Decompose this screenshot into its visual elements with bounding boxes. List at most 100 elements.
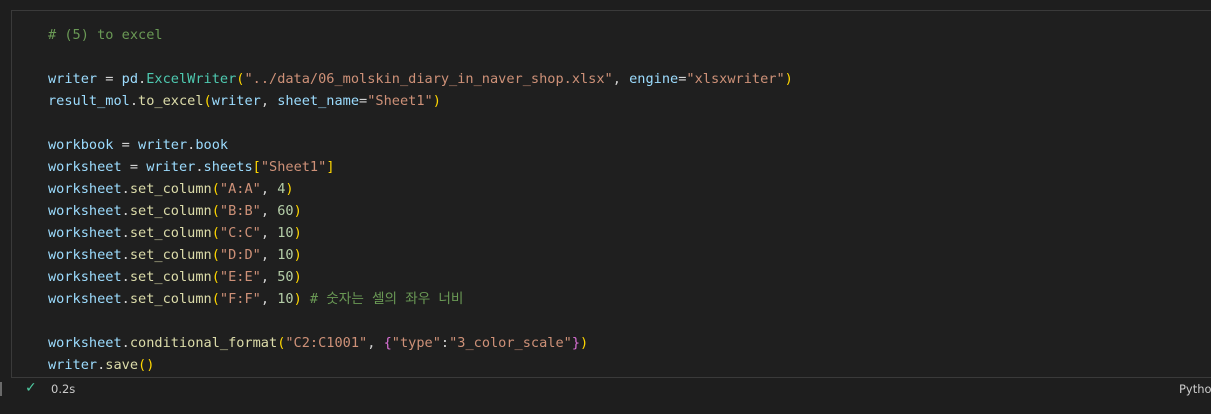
- code-line[interactable]: [48, 46, 793, 68]
- code-token: 10: [277, 225, 294, 241]
- code-token: result_mol: [48, 93, 130, 109]
- code-token: "C2:C1001": [285, 335, 368, 351]
- code-token: 10: [277, 291, 294, 307]
- code-line[interactable]: workbook = writer.book: [48, 134, 793, 156]
- code-line[interactable]: worksheet.set_column("E:E", 50): [48, 266, 793, 288]
- code-token: .: [129, 93, 139, 109]
- code-token: "Sheet1": [367, 93, 433, 109]
- code-token: "type": [391, 335, 441, 351]
- code-line[interactable]: worksheet.set_column("B:B", 60): [48, 200, 793, 222]
- code-token: book: [195, 137, 229, 153]
- code-token: (: [211, 247, 220, 263]
- code-token: set_column: [129, 203, 212, 219]
- code-token: =: [113, 137, 139, 153]
- code-line[interactable]: writer.save(): [48, 354, 793, 376]
- code-token: .: [121, 203, 130, 219]
- code-token: "B:B": [219, 203, 261, 219]
- code-token: ): [293, 225, 302, 241]
- code-token: set_column: [129, 291, 212, 307]
- code-token: ): [432, 93, 441, 109]
- code-token: "../data/06_molskin_diary_in_naver_shop.…: [244, 71, 613, 87]
- code-token: ,: [612, 71, 630, 87]
- code-token: "D:D": [219, 247, 261, 263]
- code-token: .: [121, 225, 130, 241]
- code-line[interactable]: result_mol.to_excel(writer, sheet_name="…: [48, 90, 793, 112]
- code-token: (: [203, 93, 212, 109]
- code-token: ): [293, 291, 302, 307]
- code-token: worksheet: [48, 181, 122, 197]
- code-token: ,: [260, 181, 278, 197]
- code-token: =: [359, 93, 368, 109]
- code-token: ExcelWriter: [146, 71, 237, 87]
- code-token: ,: [260, 291, 278, 307]
- code-token: worksheet: [48, 335, 122, 351]
- code-token: ,: [260, 93, 278, 109]
- code-token: set_column: [129, 269, 212, 285]
- code-line[interactable]: worksheet = writer.sheets["Sheet1"]: [48, 156, 793, 178]
- code-token: set_column: [129, 181, 212, 197]
- code-line[interactable]: [48, 112, 793, 134]
- execution-time: 0.2s: [51, 382, 76, 396]
- code-token: "Sheet1": [260, 159, 327, 175]
- code-token: worksheet: [48, 225, 122, 241]
- code-token: .: [121, 247, 130, 263]
- code-token: ): [293, 269, 302, 285]
- code-token: writer: [48, 71, 98, 87]
- code-token: workbook: [48, 137, 114, 153]
- code-token: # 숫자는 셀의 좌우 너비: [301, 291, 464, 307]
- code-line[interactable]: worksheet.set_column("C:C", 10): [48, 222, 793, 244]
- code-token: to_excel: [138, 93, 204, 109]
- code-token: (: [211, 225, 220, 241]
- code-line[interactable]: worksheet.conditional_format("C2:C1001",…: [48, 332, 793, 354]
- code-token: "xlsxwriter": [686, 71, 785, 87]
- code-editor[interactable]: # (5) to excel writer = pd.ExcelWriter("…: [48, 24, 793, 376]
- code-token: ]: [326, 159, 335, 175]
- code-line[interactable]: worksheet.set_column("D:D", 10): [48, 244, 793, 266]
- code-line[interactable]: # (5) to excel: [48, 24, 793, 46]
- code-token: worksheet: [48, 159, 122, 175]
- code-token: ): [293, 203, 302, 219]
- code-token: ): [293, 247, 302, 263]
- language-indicator[interactable]: Python: [1179, 382, 1211, 396]
- code-line[interactable]: writer = pd.ExcelWriter("../data/06_mols…: [48, 68, 793, 90]
- code-token: (): [138, 357, 155, 373]
- code-token: ,: [260, 203, 278, 219]
- code-token: (: [211, 269, 220, 285]
- cell-status-bar: ✓ 0.2s Python: [0, 378, 1211, 402]
- code-token: .: [121, 269, 130, 285]
- code-token: .: [121, 181, 130, 197]
- code-line[interactable]: [48, 310, 793, 332]
- code-token: 10: [277, 247, 294, 263]
- code-token: .: [121, 291, 130, 307]
- code-token: worksheet: [48, 247, 122, 263]
- code-token: worksheet: [48, 203, 122, 219]
- code-token: [: [252, 159, 261, 175]
- code-cell[interactable]: # (5) to excel writer = pd.ExcelWriter("…: [11, 10, 1211, 378]
- execution-order-bar: [0, 382, 2, 396]
- code-token: :: [440, 335, 450, 351]
- code-token: worksheet: [48, 291, 122, 307]
- code-token: .: [121, 335, 130, 351]
- code-token: (: [211, 181, 220, 197]
- code-token: {: [383, 335, 392, 351]
- code-token: pd: [121, 71, 139, 87]
- code-token: ,: [260, 247, 278, 263]
- code-token: writer: [211, 93, 261, 109]
- code-token: sheet_name: [277, 93, 360, 109]
- code-token: ,: [260, 225, 278, 241]
- code-token: worksheet: [48, 269, 122, 285]
- code-line[interactable]: worksheet.set_column("A:A", 4): [48, 178, 793, 200]
- code-token: ): [784, 71, 793, 87]
- code-token: # (5) to excel: [48, 27, 163, 43]
- code-token: .: [195, 159, 204, 175]
- code-token: "E:E": [219, 269, 261, 285]
- code-token: save: [105, 357, 139, 373]
- code-token: engine: [629, 71, 679, 87]
- code-token: writer: [48, 357, 98, 373]
- code-token: }: [571, 335, 581, 351]
- code-line[interactable]: worksheet.set_column("F:F", 10) # 숫자는 셀의…: [48, 288, 793, 310]
- code-token: (: [211, 291, 220, 307]
- code-token: writer: [146, 159, 196, 175]
- code-token: "3_color_scale": [449, 335, 572, 351]
- code-token: "C:C": [219, 225, 261, 241]
